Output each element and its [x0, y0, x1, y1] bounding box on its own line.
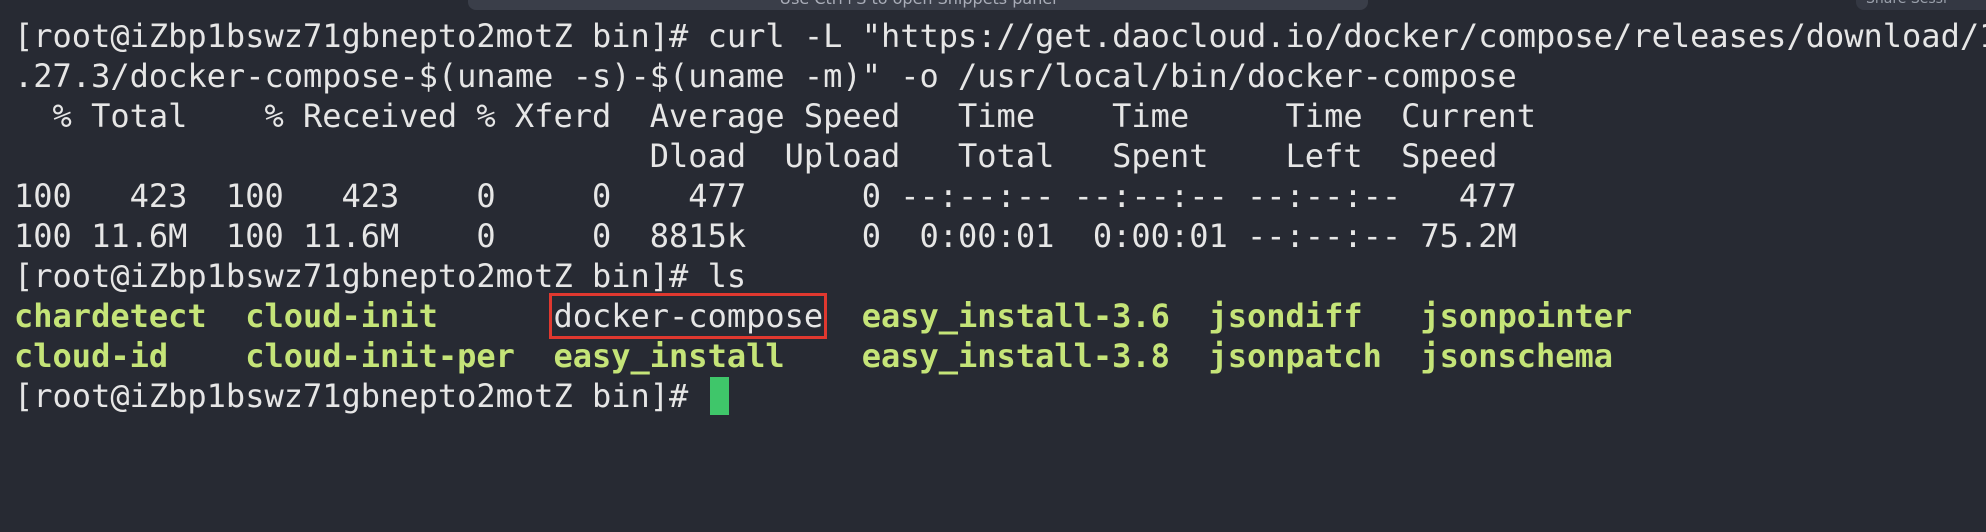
terminal-line-curl-command-cont: .27.3/docker-compose-$(uname -s)-$(uname…	[14, 57, 1517, 95]
ls-entry: cloud-id	[14, 337, 169, 375]
curl-progress-subheader: Dload Upload Total Spent Left Speed	[14, 137, 1498, 175]
ls-entry: jsonschema	[1420, 337, 1614, 375]
curl-progress-row: 100 423 100 423 0 0 477 0 --:--:-- --:--…	[14, 177, 1517, 215]
ls-gap	[168, 337, 245, 375]
terminal-line-ls-command: [root@iZbp1bswz71gbnepto2motZ bin]# ls	[14, 257, 747, 295]
ls-entry: cloud-init-per	[245, 337, 515, 375]
ls-entry: easy_install	[553, 337, 785, 375]
ls-entry: jsonpointer	[1420, 297, 1633, 335]
top-overlay: Use Ctrl+S to open Snippets panel Share …	[0, 0, 1986, 10]
ls-entry: cloud-init	[245, 297, 438, 335]
ls-output-row: cloud-id cloud-init-per easy_install eas…	[14, 336, 1986, 376]
curl-progress-row: 100 11.6M 100 11.6M 0 0 8815k 0 0:00:01 …	[14, 217, 1517, 255]
ls-gap	[1170, 337, 1209, 375]
ls-gap	[515, 337, 554, 375]
ls-entry: jsondiff	[1208, 297, 1363, 335]
text-cursor	[709, 377, 729, 415]
snippets-tip: Use Ctrl+S to open Snippets panel	[468, 0, 1368, 10]
terminal-prompt-line[interactable]: [root@iZbp1bswz71gbnepto2motZ bin]#	[14, 376, 1986, 416]
ls-gap	[785, 337, 862, 375]
ls-gap	[438, 297, 554, 335]
ls-entry: jsonpatch	[1208, 337, 1382, 375]
ls-gap	[1363, 297, 1421, 335]
share-session-button[interactable]: Share Sessi	[1856, 0, 1986, 10]
ls-entry: chardetect	[14, 297, 207, 335]
ls-gap	[207, 297, 246, 335]
shell-prompt: [root@iZbp1bswz71gbnepto2motZ bin]#	[14, 377, 708, 415]
terminal-window[interactable]: Use Ctrl+S to open Snippets panel Share …	[0, 0, 1986, 532]
ls-gap	[1382, 337, 1421, 375]
ls-output-row: chardetect cloud-init docker-compose eas…	[14, 293, 1986, 339]
curl-progress-header: % Total % Received % Xferd Average Speed…	[14, 97, 1536, 135]
ls-gap	[1170, 297, 1209, 335]
ls-entry: easy_install-3.6	[861, 297, 1170, 335]
ls-gap	[823, 297, 862, 335]
ls-entry: easy_install-3.8	[861, 337, 1170, 375]
highlighted-ls-entry: docker-compose	[549, 293, 828, 339]
terminal-line-curl-command: [root@iZbp1bswz71gbnepto2motZ bin]# curl…	[14, 17, 1986, 55]
docker-compose-entry: docker-compose	[553, 297, 824, 335]
